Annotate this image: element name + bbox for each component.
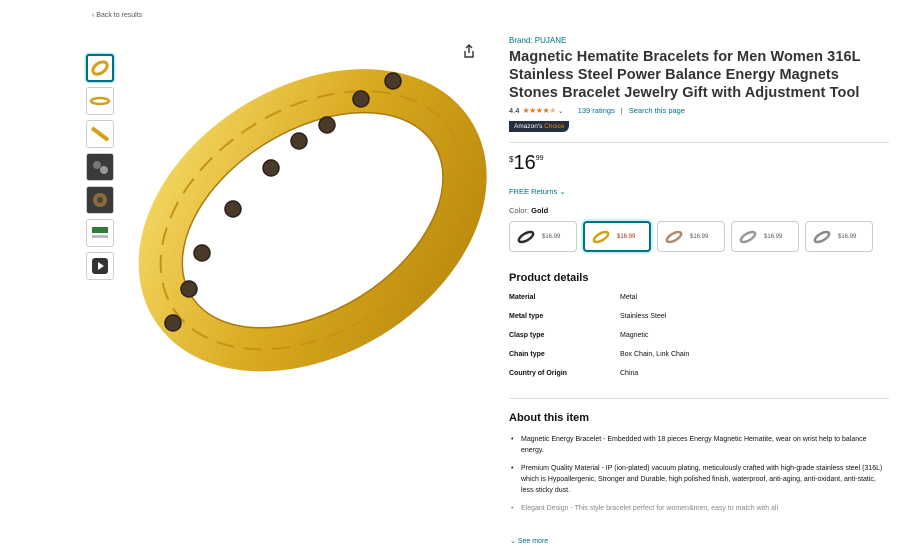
ratings-count-link[interactable]: 139 ratings — [578, 106, 615, 115]
swatch-rose-gold[interactable]: $16.99 — [657, 221, 725, 252]
bracelet-gold-icon — [91, 60, 109, 76]
detail-row: Metal type Stainless Steel — [509, 313, 889, 332]
star-rating-icon[interactable]: ★★★★★ — [522, 106, 556, 115]
price-fraction: 99 — [535, 155, 544, 162]
swatch-price: $16.99 — [617, 233, 636, 240]
product-info-panel: Brand: PUJANE Magnetic Hematite Bracelet… — [509, 36, 889, 521]
chevron-down-icon: ⌄ — [510, 538, 516, 545]
detail-row: Clasp type Magnetic — [509, 332, 889, 351]
thumbnail-1[interactable] — [86, 54, 114, 82]
color-swatches: $16.99 $16.99 $16.99 $16.99 $16.99 — [509, 221, 889, 252]
video-icon — [92, 258, 108, 274]
thumbnail-4[interactable] — [86, 153, 114, 181]
chevron-down-icon[interactable]: ⌄ — [558, 107, 564, 115]
detail-value: Metal — [620, 294, 638, 301]
product-details-heading: Product details — [509, 272, 589, 284]
detail-row: Chain type Box Chain, Link Chain — [509, 351, 889, 370]
bracelet-gold-icon — [592, 230, 610, 243]
badge-prefix: Amazon's — [514, 123, 545, 130]
thumbnail-3[interactable] — [86, 120, 114, 148]
swatch-price: $16.99 — [542, 233, 561, 240]
swatch-price: $16.99 — [838, 233, 857, 240]
detail-row: Country of Origin China — [509, 370, 889, 389]
bracelet-steel-icon — [813, 230, 831, 243]
swatch-gold[interactable]: $16.99 — [583, 221, 651, 252]
swatch-silver[interactable]: $16.99 — [731, 221, 799, 252]
about-list: Magnetic Energy Bracelet - Embedded with… — [509, 434, 889, 514]
back-to-results-link[interactable]: ‹ Back to results — [92, 12, 142, 19]
bracelet-rose-icon — [665, 230, 683, 243]
amazons-choice-badge: Amazon's Choice — [509, 121, 570, 132]
bracelet-flat-icon — [89, 96, 111, 106]
free-returns-link[interactable]: FREE Returns ⌄ — [509, 187, 889, 196]
product-details-table: Material Metal Metal type Stainless Stee… — [509, 294, 889, 389]
badge-suffix: Choice — [544, 123, 565, 130]
detail-value: China — [620, 370, 639, 377]
color-label-value: Gold — [531, 206, 549, 215]
size-chart-icon — [92, 227, 108, 238]
thumbnail-2[interactable] — [86, 87, 114, 115]
bracelet-black-icon — [517, 230, 535, 243]
thumbnail-5[interactable] — [86, 186, 114, 214]
detail-key: Chain type — [509, 351, 545, 358]
texture-closeup-icon — [93, 193, 107, 207]
bracelet-angle-icon — [90, 126, 110, 142]
detail-value: Magnetic — [620, 332, 649, 339]
bracelet-silver-icon — [739, 230, 757, 243]
divider — [509, 142, 889, 143]
detail-key: Clasp type — [509, 332, 545, 339]
thumbnail-6[interactable] — [86, 219, 114, 247]
main-product-image[interactable] — [130, 36, 490, 392]
search-this-page-link[interactable]: Search this page — [629, 106, 685, 115]
price-whole: 16 — [513, 152, 536, 174]
swatch-black[interactable]: $16.99 — [509, 221, 577, 252]
magnet-closeup-icon — [93, 161, 108, 174]
product-title: Magnetic Hematite Bracelets for Men Wome… — [509, 49, 861, 101]
color-label: Color: Gold — [509, 206, 889, 215]
detail-key: Material — [509, 294, 536, 301]
detail-value: Stainless Steel — [620, 313, 667, 320]
thumbnail-column — [86, 54, 118, 285]
rating-value: 4.4 — [509, 106, 520, 115]
see-more-link[interactable]: ⌄ See more — [510, 537, 548, 545]
price: $ 16 99 — [509, 153, 889, 173]
share-icon[interactable] — [462, 44, 476, 58]
ratings-row: 4.4 ★★★★★ ⌄ 139 ratings | Search this pa… — [509, 106, 889, 115]
brand-link[interactable]: Brand: PUJANE — [509, 36, 889, 45]
swatch-price: $16.99 — [764, 233, 783, 240]
list-item: Premium Quality Material - IP (ion-plate… — [509, 463, 889, 496]
about-this-item-heading: About this item — [509, 412, 590, 424]
detail-row: Material Metal — [509, 294, 889, 313]
free-returns-label: FREE Returns — [509, 187, 558, 196]
list-item: Elegant Design - This style bracelet per… — [509, 503, 889, 514]
swatch-price: $16.99 — [690, 233, 709, 240]
thumbnail-7[interactable] — [86, 252, 114, 280]
detail-key: Metal type — [509, 313, 544, 320]
detail-value: Box Chain, Link Chain — [620, 351, 690, 358]
see-more-label: See more — [517, 538, 549, 545]
divider — [509, 398, 889, 399]
chevron-down-icon: ⌄ — [559, 187, 566, 196]
color-label-key: Color: — [509, 206, 530, 215]
gold-bracelet-image — [138, 69, 487, 372]
swatch-steel[interactable]: $16.99 — [805, 221, 873, 252]
list-item: Magnetic Energy Bracelet - Embedded with… — [509, 434, 889, 456]
detail-key: Country of Origin — [509, 370, 567, 377]
separator: | — [620, 106, 623, 115]
